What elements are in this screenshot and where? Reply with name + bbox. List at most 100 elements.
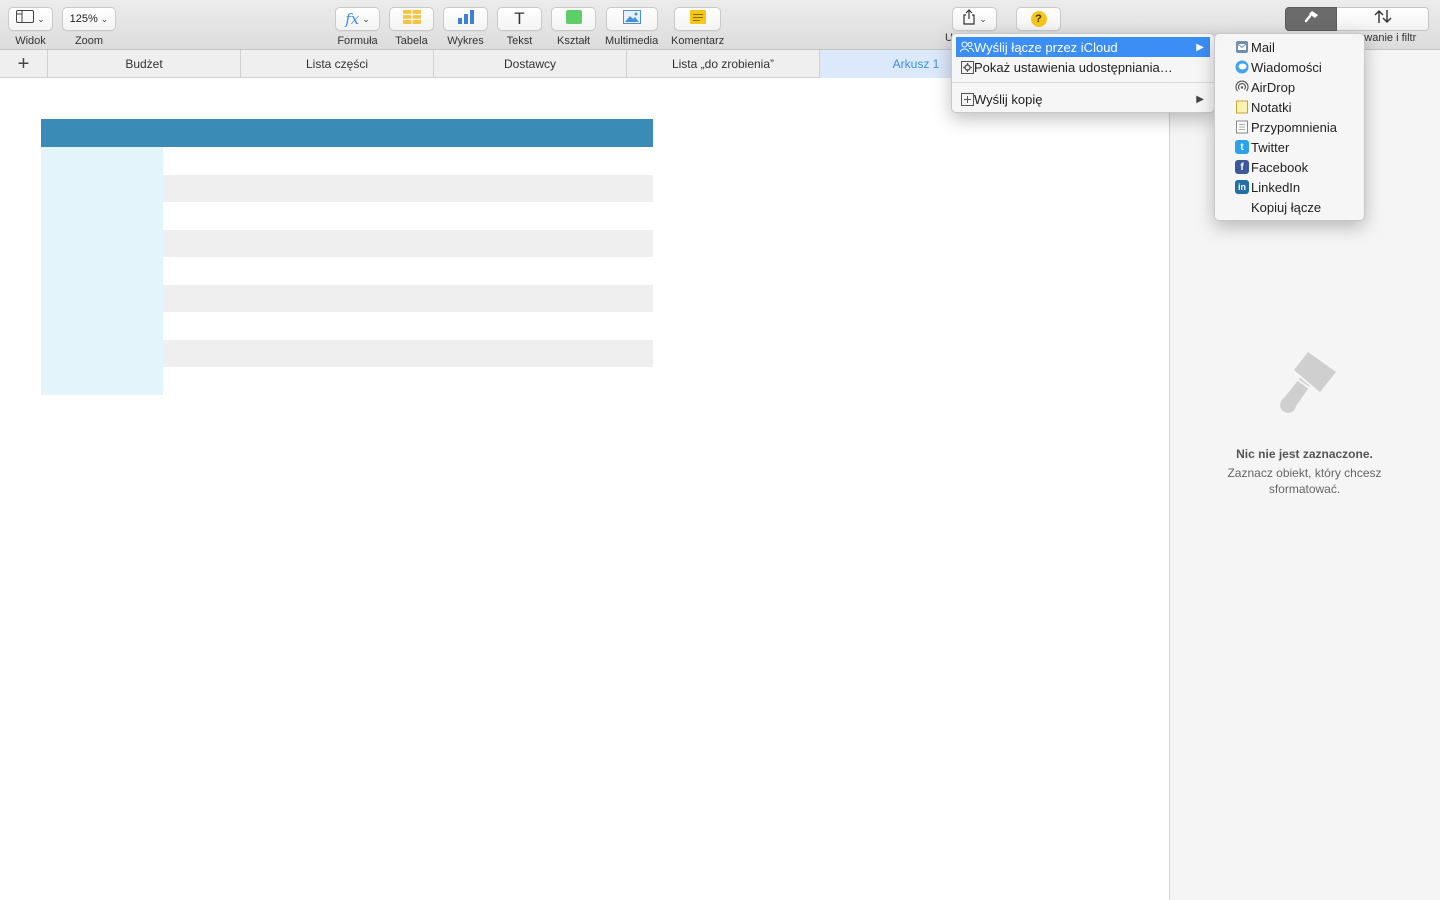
comment-label: Komentarz	[671, 35, 725, 47]
share-button[interactable]: ⌄	[952, 7, 997, 31]
text-control: T Tekst	[497, 7, 542, 47]
submenu-item-label: Kopiuj łącze	[1251, 199, 1322, 215]
tab-budzet[interactable]: Budżet	[48, 50, 241, 78]
submenu-item-facebook[interactable]: f Facebook	[1215, 157, 1364, 177]
linkedin-icon: in	[1235, 180, 1249, 194]
comment-button[interactable]	[674, 7, 722, 31]
inspector-tabs	[1285, 7, 1429, 31]
submenu-item-copy-link[interactable]: Kopiuj łącze	[1215, 197, 1364, 217]
plus-box-icon	[960, 92, 974, 106]
submenu-item-label: Mail	[1251, 39, 1275, 55]
chevron-down-icon: ⌄	[100, 13, 109, 24]
table-row[interactable]	[163, 175, 653, 202]
share-icon	[962, 8, 976, 30]
submenu-item-label: Wiadomości	[1251, 59, 1322, 75]
twitter-icon: t	[1235, 140, 1249, 154]
view-button[interactable]: ⌄	[8, 7, 53, 31]
reminders-icon	[1235, 120, 1249, 134]
add-sheet-button[interactable]: +	[0, 50, 48, 78]
submenu-arrow-icon: ▶	[1196, 41, 1204, 53]
shape-icon	[565, 9, 582, 29]
bar-chart-icon	[457, 9, 475, 29]
shape-label: Kształt	[556, 35, 590, 47]
gear-icon	[960, 60, 974, 74]
chevron-down-icon: ⌄	[362, 13, 370, 24]
submenu-item-mail[interactable]: Mail	[1215, 37, 1364, 57]
fx-icon: fx	[345, 10, 360, 28]
submenu-item-label: AirDrop	[1251, 79, 1296, 95]
chart-label: Wykres	[447, 35, 484, 47]
sort-arrows-icon	[1374, 9, 1392, 29]
chevron-down-icon: ⌄	[979, 13, 987, 24]
menu-item-show-share-settings[interactable]: Pokaż ustawienia udostępniania…	[956, 57, 1210, 77]
text-icon: T	[514, 9, 525, 28]
menu-item-send-copy[interactable]: Wyślij kopię ▶	[956, 89, 1210, 109]
messages-icon	[1235, 60, 1249, 74]
share-submenu: Mail Wiadomości AirDrop Notatki Przypomn…	[1214, 33, 1365, 221]
paintbrush-icon	[1260, 352, 1350, 434]
menu-item-send-icloud-link[interactable]: Wyślij łącze przez iCloud ▶	[956, 37, 1210, 57]
submenu-arrow-icon: ▶	[1196, 93, 1204, 105]
shape-control: Kształt	[551, 7, 596, 47]
submenu-item-label: Przypomnienia	[1251, 119, 1337, 135]
no-selection-state: Nic nie jest zaznaczone. Zaznacz obiekt,…	[1169, 340, 1440, 497]
submenu-item-linkedin[interactable]: in LinkedIn	[1215, 177, 1364, 197]
share-menu: Wyślij łącze przez iCloud ▶ Pokaż ustawi…	[951, 33, 1215, 113]
table-header-column[interactable]	[41, 147, 163, 395]
submenu-item-label: LinkedIn	[1251, 179, 1301, 195]
table-row[interactable]	[163, 285, 653, 312]
menu-item-label: Pokaż ustawienia udostępniania…	[974, 59, 1173, 75]
chart-button[interactable]	[443, 7, 488, 31]
table-header-row[interactable]	[41, 119, 653, 147]
menu-item-label: Wyślij łącze przez iCloud	[974, 39, 1118, 55]
submenu-item-label: Facebook	[1251, 159, 1309, 175]
table-icon	[402, 9, 421, 29]
sheet-canvas[interactable]	[0, 78, 1169, 900]
paintbrush-icon	[1303, 10, 1319, 29]
tab-dostawcy[interactable]: Dostawcy	[434, 50, 627, 78]
submenu-item-messages[interactable]: Wiadomości	[1215, 57, 1364, 77]
submenu-item-airdrop[interactable]: AirDrop	[1215, 77, 1364, 97]
menu-separator	[952, 82, 1214, 83]
format-tab[interactable]	[1285, 7, 1337, 31]
mail-icon	[1235, 40, 1249, 54]
media-control: Multimedia	[605, 7, 658, 47]
image-icon	[622, 9, 641, 29]
comment-control: Komentarz	[671, 7, 724, 47]
help-button[interactable]: ?	[1016, 7, 1061, 31]
table-row[interactable]	[163, 340, 653, 367]
zoom-control: 125% ⌄ Zoom	[62, 7, 116, 47]
chevron-down-icon: ⌄	[37, 13, 45, 24]
organize-tab[interactable]	[1337, 7, 1429, 31]
table-control: Tabela	[389, 7, 434, 47]
comment-icon	[689, 9, 706, 29]
zoom-value: 125%	[69, 13, 98, 25]
menu-item-label: Wyślij kopię	[974, 91, 1043, 107]
table-button[interactable]	[389, 7, 434, 31]
submenu-item-label: Notatki	[1251, 99, 1292, 115]
formula-button[interactable]: fx ⌄	[335, 7, 380, 31]
text-label: Tekst	[506, 35, 533, 47]
share-control: ⌄	[952, 7, 997, 31]
formula-label: Formuła	[337, 35, 378, 47]
submenu-item-twitter[interactable]: t Twitter	[1215, 137, 1364, 157]
help-icon: ?	[1030, 11, 1047, 27]
no-selection-subtitle: Zaznacz obiekt, który chcesz sformatować…	[1227, 466, 1382, 496]
formula-control: fx ⌄ Formuła	[335, 7, 380, 47]
notes-icon	[1235, 100, 1249, 114]
table-row[interactable]	[163, 230, 653, 257]
chart-control: Wykres	[443, 7, 488, 47]
view-label: Widok	[15, 35, 46, 47]
view-control: ⌄ Widok	[8, 7, 53, 47]
submenu-item-notes[interactable]: Notatki	[1215, 97, 1364, 117]
submenu-item-reminders[interactable]: Przypomnienia	[1215, 117, 1364, 137]
zoom-label: Zoom	[74, 35, 104, 47]
submenu-item-label: Twitter	[1251, 139, 1290, 155]
shape-button[interactable]	[551, 7, 596, 31]
tab-lista-czesci[interactable]: Lista części	[241, 50, 434, 78]
zoom-select[interactable]: 125% ⌄	[62, 7, 116, 31]
text-button[interactable]: T	[497, 7, 542, 31]
media-button[interactable]	[605, 7, 658, 31]
people-icon	[960, 40, 974, 54]
tab-lista-do-zrobienia[interactable]: Lista „do zrobienia”	[627, 50, 820, 78]
